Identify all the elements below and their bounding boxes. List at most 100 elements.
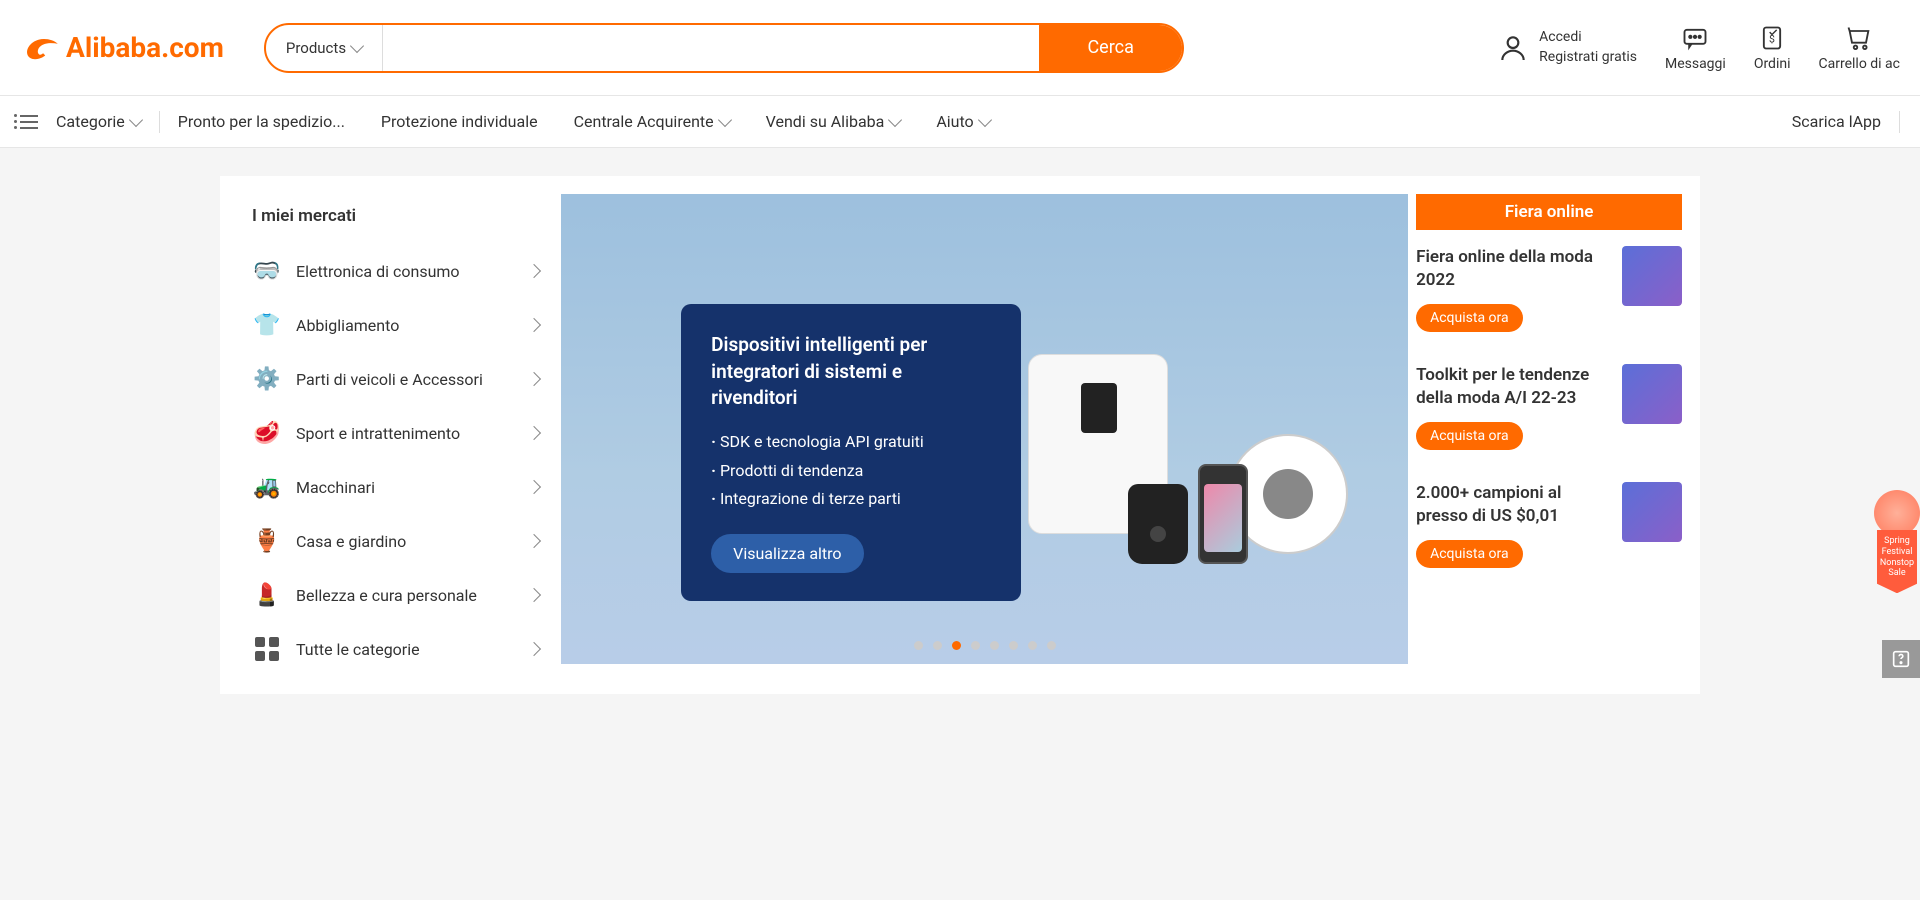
category-list: 🥽Elettronica di consumo 👕 Abbigliamento ⚙️P…	[238, 244, 553, 622]
promo-item-1[interactable]: Toolkit per le tendenze della moda A/I 2…	[1416, 348, 1682, 466]
category-item-2[interactable]: ⚙️Parti di veicoli e Accessori	[238, 352, 553, 406]
chevron-right-icon	[527, 588, 541, 602]
category-item-5[interactable]: 🏺Casa e giardino	[238, 514, 553, 568]
account-text: Accedi Registrati gratis	[1539, 28, 1637, 67]
search-button[interactable]: Cerca	[1039, 25, 1181, 71]
cart-label: Carrello di ac	[1819, 56, 1901, 72]
register-link[interactable]: Registrati gratis	[1539, 48, 1637, 68]
category-item-6[interactable]: 💄Bellezza e cura personale	[238, 568, 553, 622]
promo-buy-button[interactable]: Acquista ora	[1416, 422, 1523, 450]
top-bar: Alibaba.com Products Cerca Accedi Regist…	[0, 0, 1920, 96]
badge-icon	[1874, 490, 1920, 536]
badge-text: Spring Festival Nonstop Sale	[1877, 530, 1917, 593]
carousel-dot-4[interactable]	[990, 641, 999, 650]
spring-festival-badge[interactable]: Spring Festival Nonstop Sale	[1874, 490, 1920, 590]
category-icon: 💄	[252, 580, 282, 610]
hero-banner[interactable]: Dispositivi intelligenti per integratori…	[561, 194, 1408, 664]
promo-buy-button[interactable]: Acquista ora	[1416, 304, 1523, 332]
messages-link[interactable]: Messaggi	[1665, 24, 1726, 72]
chevron-right-icon	[527, 264, 541, 278]
category-label: Macchinari	[296, 478, 375, 497]
search-category-dropdown[interactable]: Products	[266, 25, 383, 71]
download-app-link[interactable]: Scarica lApp	[1774, 112, 1899, 131]
chevron-right-icon	[527, 372, 541, 386]
carousel-dot-0[interactable]	[914, 641, 923, 650]
hero-cta-button[interactable]: Visualizza altro	[711, 534, 863, 573]
categories-menu[interactable]: Categorie	[20, 96, 159, 147]
hero-card: Dispositivi intelligenti per integratori…	[681, 304, 1021, 601]
category-label: Casa e giardino	[296, 532, 406, 551]
all-categories-item[interactable]: Tutte le categorie	[238, 622, 553, 676]
promo-thumbnail	[1622, 246, 1682, 306]
chevron-right-icon	[527, 480, 541, 494]
nav-label: Aiuto	[936, 112, 973, 131]
promo-text: Toolkit per le tendenze della moda A/I 2…	[1416, 364, 1610, 450]
user-icon	[1497, 32, 1529, 64]
category-item-0[interactable]: 🥽Elettronica di consumo	[238, 244, 553, 298]
nav-item-2[interactable]: Centrale Acquirente	[556, 96, 748, 147]
promo-buy-button[interactable]: Acquista ora	[1416, 540, 1523, 568]
logo-text: Alibaba.com	[66, 31, 224, 64]
nav-item-1[interactable]: Protezione individuale	[363, 96, 556, 147]
category-item-3[interactable]: 🥩 Sport e intrattenimento	[238, 406, 553, 460]
nav-label: Vendi su Alibaba	[766, 112, 885, 131]
carousel-dot-1[interactable]	[933, 641, 942, 650]
carousel-dot-7[interactable]	[1047, 641, 1056, 650]
login-link[interactable]: Accedi	[1539, 28, 1637, 48]
carousel-dot-6[interactable]	[1028, 641, 1037, 650]
category-icon: ⚙️	[252, 364, 282, 394]
logo[interactable]: Alibaba.com	[20, 27, 224, 69]
divider	[1899, 111, 1900, 133]
orders-link[interactable]: $ Ordini	[1754, 24, 1791, 72]
promo-item-0[interactable]: Fiera online della moda 2022Acquista ora	[1416, 230, 1682, 348]
sidebar-title: I miei mercati	[238, 194, 553, 244]
nav-item-3[interactable]: Vendi su Alibaba	[748, 96, 919, 147]
category-label: Abbigliamento	[296, 316, 399, 335]
chevron-down-icon	[350, 38, 364, 52]
nav-item-4[interactable]: Aiuto	[918, 96, 1007, 147]
carousel-dot-5[interactable]	[1009, 641, 1018, 650]
message-icon	[1681, 24, 1709, 52]
chevron-right-icon	[527, 534, 541, 548]
promo-thumbnail	[1622, 482, 1682, 542]
help-icon	[1890, 648, 1912, 670]
help-button[interactable]	[1882, 640, 1920, 678]
hero-product-imagery	[1028, 344, 1348, 564]
hero-bullet-list: SDK e tecnologia API gratuitiProdotti di…	[711, 428, 991, 514]
cart-link[interactable]: Carrello di ac	[1819, 24, 1901, 72]
sidebar: I miei mercati 🥽Elettronica di consumo 👕 A…	[238, 194, 553, 676]
all-categories-label: Tutte le categorie	[296, 640, 420, 659]
top-right-actions: Accedi Registrati gratis Messaggi $ Ordi…	[1497, 24, 1900, 72]
categories-label: Categorie	[56, 112, 125, 131]
carousel-dot-3[interactable]	[971, 641, 980, 650]
orders-icon: $	[1758, 24, 1786, 52]
hero-bullet: Prodotti di tendenza	[711, 457, 991, 486]
chevron-right-icon	[527, 318, 541, 332]
nav-item-0[interactable]: Pronto per la spedizio...	[160, 96, 363, 147]
promo-item-2[interactable]: 2.000+ campioni al presso di US $0,01Acq…	[1416, 466, 1682, 584]
carousel-dot-2[interactable]	[952, 641, 961, 650]
promo-header[interactable]: Fiera online	[1416, 194, 1682, 230]
category-item-1[interactable]: 👕 Abbigliamento	[238, 298, 553, 352]
chevron-down-icon	[978, 112, 992, 126]
category-icon: 🥽	[252, 256, 282, 286]
main-content: I miei mercati 🥽Elettronica di consumo 👕 A…	[220, 176, 1700, 694]
account-block[interactable]: Accedi Registrati gratis	[1497, 28, 1637, 67]
category-icon: 👕	[252, 310, 282, 340]
category-icon: 🚜	[252, 472, 282, 502]
alibaba-logo-icon	[20, 27, 62, 69]
grid-icon	[252, 634, 282, 664]
nav-label: Protezione individuale	[381, 112, 538, 131]
orders-label: Ordini	[1754, 56, 1791, 72]
chevron-right-icon	[527, 426, 541, 440]
category-label: Sport e intrattenimento	[296, 424, 460, 443]
search-input[interactable]	[383, 25, 1039, 71]
nav-label: Centrale Acquirente	[574, 112, 714, 131]
category-icon: 🥩	[252, 418, 282, 448]
promo-panel: Fiera online Fiera online della moda 202…	[1416, 194, 1682, 676]
nav-items: Pronto per la spedizio... Protezione indi…	[160, 96, 1008, 147]
category-item-4[interactable]: 🚜 Macchinari	[238, 460, 553, 514]
promo-thumbnail	[1622, 364, 1682, 424]
cart-icon	[1845, 24, 1873, 52]
promo-text: Fiera online della moda 2022Acquista ora	[1416, 246, 1610, 332]
